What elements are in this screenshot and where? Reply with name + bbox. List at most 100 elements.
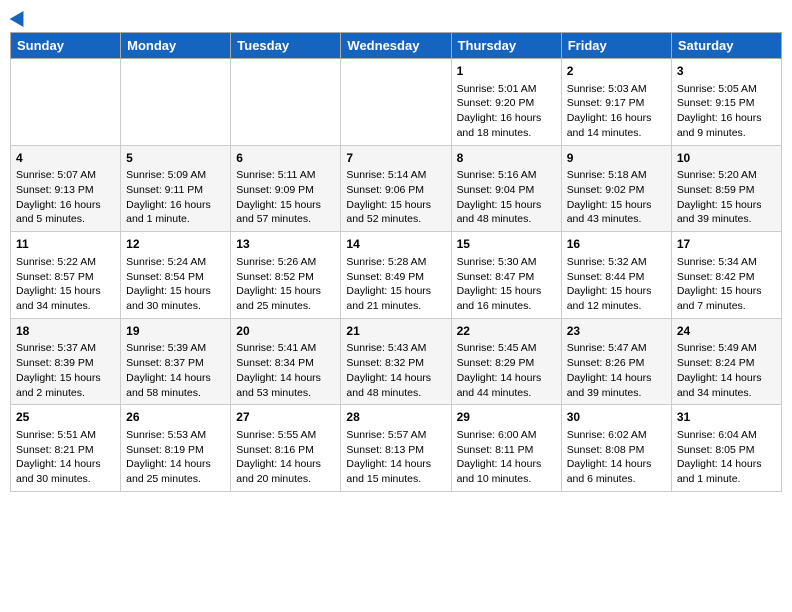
day-info-line: Sunset: 8:21 PM	[16, 443, 115, 458]
day-info-line: and 39 minutes.	[677, 212, 776, 227]
day-info-line: and 10 minutes.	[457, 472, 556, 487]
day-number: 26	[126, 409, 225, 426]
calendar-cell	[231, 59, 341, 146]
day-info-line: Sunset: 9:13 PM	[16, 183, 115, 198]
day-header-wednesday: Wednesday	[341, 33, 451, 59]
day-number: 19	[126, 323, 225, 340]
day-info-line: Daylight: 16 hours	[677, 111, 776, 126]
calendar-cell: 21Sunrise: 5:43 AMSunset: 8:32 PMDayligh…	[341, 318, 451, 405]
day-number: 28	[346, 409, 445, 426]
day-number: 10	[677, 150, 776, 167]
day-info-line: and 16 minutes.	[457, 299, 556, 314]
calendar-week-row: 18Sunrise: 5:37 AMSunset: 8:39 PMDayligh…	[11, 318, 782, 405]
calendar-cell: 13Sunrise: 5:26 AMSunset: 8:52 PMDayligh…	[231, 232, 341, 319]
day-info-line: Sunrise: 5:16 AM	[457, 168, 556, 183]
day-info-line: Sunrise: 5:11 AM	[236, 168, 335, 183]
day-info-line: Sunset: 8:57 PM	[16, 270, 115, 285]
day-info-line: and 39 minutes.	[567, 386, 666, 401]
day-info-line: Daylight: 15 hours	[126, 284, 225, 299]
day-info-line: Sunset: 8:26 PM	[567, 356, 666, 371]
day-header-sunday: Sunday	[11, 33, 121, 59]
day-info-line: Sunrise: 5:09 AM	[126, 168, 225, 183]
day-info-line: and 9 minutes.	[677, 126, 776, 141]
day-info-line: Daylight: 14 hours	[16, 457, 115, 472]
day-info-line: Sunset: 8:32 PM	[346, 356, 445, 371]
calendar-cell: 29Sunrise: 6:00 AMSunset: 8:11 PMDayligh…	[451, 405, 561, 492]
day-info-line: Daylight: 16 hours	[126, 198, 225, 213]
calendar-cell: 5Sunrise: 5:09 AMSunset: 9:11 PMDaylight…	[121, 145, 231, 232]
day-info-line: and 48 minutes.	[346, 386, 445, 401]
calendar-cell: 19Sunrise: 5:39 AMSunset: 8:37 PMDayligh…	[121, 318, 231, 405]
day-info-line: Sunrise: 5:07 AM	[16, 168, 115, 183]
calendar-header-row: SundayMondayTuesdayWednesdayThursdayFrid…	[11, 33, 782, 59]
day-info-line: and 5 minutes.	[16, 212, 115, 227]
day-number: 8	[457, 150, 556, 167]
day-info-line: Daylight: 14 hours	[677, 371, 776, 386]
day-info-line: Sunset: 8:11 PM	[457, 443, 556, 458]
day-info-line: Sunrise: 5:34 AM	[677, 255, 776, 270]
day-info-line: Sunset: 8:49 PM	[346, 270, 445, 285]
day-info-line: and 53 minutes.	[236, 386, 335, 401]
day-info-line: Sunset: 9:06 PM	[346, 183, 445, 198]
day-info-line: Sunrise: 5:26 AM	[236, 255, 335, 270]
calendar-cell: 1Sunrise: 5:01 AMSunset: 9:20 PMDaylight…	[451, 59, 561, 146]
day-info-line: Sunrise: 5:30 AM	[457, 255, 556, 270]
day-number: 30	[567, 409, 666, 426]
day-info-line: Daylight: 15 hours	[457, 284, 556, 299]
calendar-cell: 11Sunrise: 5:22 AMSunset: 8:57 PMDayligh…	[11, 232, 121, 319]
day-info-line: Sunrise: 5:18 AM	[567, 168, 666, 183]
day-number: 1	[457, 63, 556, 80]
calendar-cell: 25Sunrise: 5:51 AMSunset: 8:21 PMDayligh…	[11, 405, 121, 492]
day-info-line: Sunrise: 5:39 AM	[126, 341, 225, 356]
calendar-week-row: 4Sunrise: 5:07 AMSunset: 9:13 PMDaylight…	[11, 145, 782, 232]
day-info-line: Daylight: 16 hours	[16, 198, 115, 213]
calendar-cell: 6Sunrise: 5:11 AMSunset: 9:09 PMDaylight…	[231, 145, 341, 232]
day-number: 7	[346, 150, 445, 167]
day-info-line: Daylight: 14 hours	[567, 457, 666, 472]
day-number: 29	[457, 409, 556, 426]
day-number: 24	[677, 323, 776, 340]
day-info-line: and 44 minutes.	[457, 386, 556, 401]
calendar-cell: 14Sunrise: 5:28 AMSunset: 8:49 PMDayligh…	[341, 232, 451, 319]
day-info-line: Sunset: 9:20 PM	[457, 96, 556, 111]
day-info-line: Sunset: 8:08 PM	[567, 443, 666, 458]
day-info-line: Sunrise: 6:04 AM	[677, 428, 776, 443]
calendar-cell: 9Sunrise: 5:18 AMSunset: 9:02 PMDaylight…	[561, 145, 671, 232]
day-info-line: Sunset: 9:02 PM	[567, 183, 666, 198]
day-number: 15	[457, 236, 556, 253]
day-info-line: Daylight: 15 hours	[677, 284, 776, 299]
day-info-line: Sunrise: 5:43 AM	[346, 341, 445, 356]
day-info-line: and 43 minutes.	[567, 212, 666, 227]
day-header-tuesday: Tuesday	[231, 33, 341, 59]
day-info-line: Sunset: 8:52 PM	[236, 270, 335, 285]
calendar-cell: 3Sunrise: 5:05 AMSunset: 9:15 PMDaylight…	[671, 59, 781, 146]
day-info-line: Sunrise: 5:14 AM	[346, 168, 445, 183]
day-info-line: Sunset: 9:17 PM	[567, 96, 666, 111]
day-number: 31	[677, 409, 776, 426]
day-number: 13	[236, 236, 335, 253]
calendar-cell: 30Sunrise: 6:02 AMSunset: 8:08 PMDayligh…	[561, 405, 671, 492]
day-info-line: and 6 minutes.	[567, 472, 666, 487]
day-info-line: Sunrise: 6:00 AM	[457, 428, 556, 443]
day-info-line: Sunrise: 5:28 AM	[346, 255, 445, 270]
day-number: 21	[346, 323, 445, 340]
day-number: 22	[457, 323, 556, 340]
day-info-line: Sunset: 8:54 PM	[126, 270, 225, 285]
day-info-line: Daylight: 15 hours	[567, 198, 666, 213]
day-number: 27	[236, 409, 335, 426]
day-info-line: Sunset: 9:04 PM	[457, 183, 556, 198]
day-number: 20	[236, 323, 335, 340]
day-info-line: and 34 minutes.	[677, 386, 776, 401]
calendar-cell: 12Sunrise: 5:24 AMSunset: 8:54 PMDayligh…	[121, 232, 231, 319]
day-number: 6	[236, 150, 335, 167]
calendar-week-row: 25Sunrise: 5:51 AMSunset: 8:21 PMDayligh…	[11, 405, 782, 492]
day-info-line: and 18 minutes.	[457, 126, 556, 141]
day-info-line: and 1 minute.	[126, 212, 225, 227]
day-info-line: Sunrise: 5:24 AM	[126, 255, 225, 270]
day-info-line: Sunrise: 5:05 AM	[677, 82, 776, 97]
day-info-line: Sunrise: 5:01 AM	[457, 82, 556, 97]
day-header-saturday: Saturday	[671, 33, 781, 59]
day-info-line: and 48 minutes.	[457, 212, 556, 227]
calendar-cell: 7Sunrise: 5:14 AMSunset: 9:06 PMDaylight…	[341, 145, 451, 232]
day-info-line: Sunrise: 5:51 AM	[16, 428, 115, 443]
